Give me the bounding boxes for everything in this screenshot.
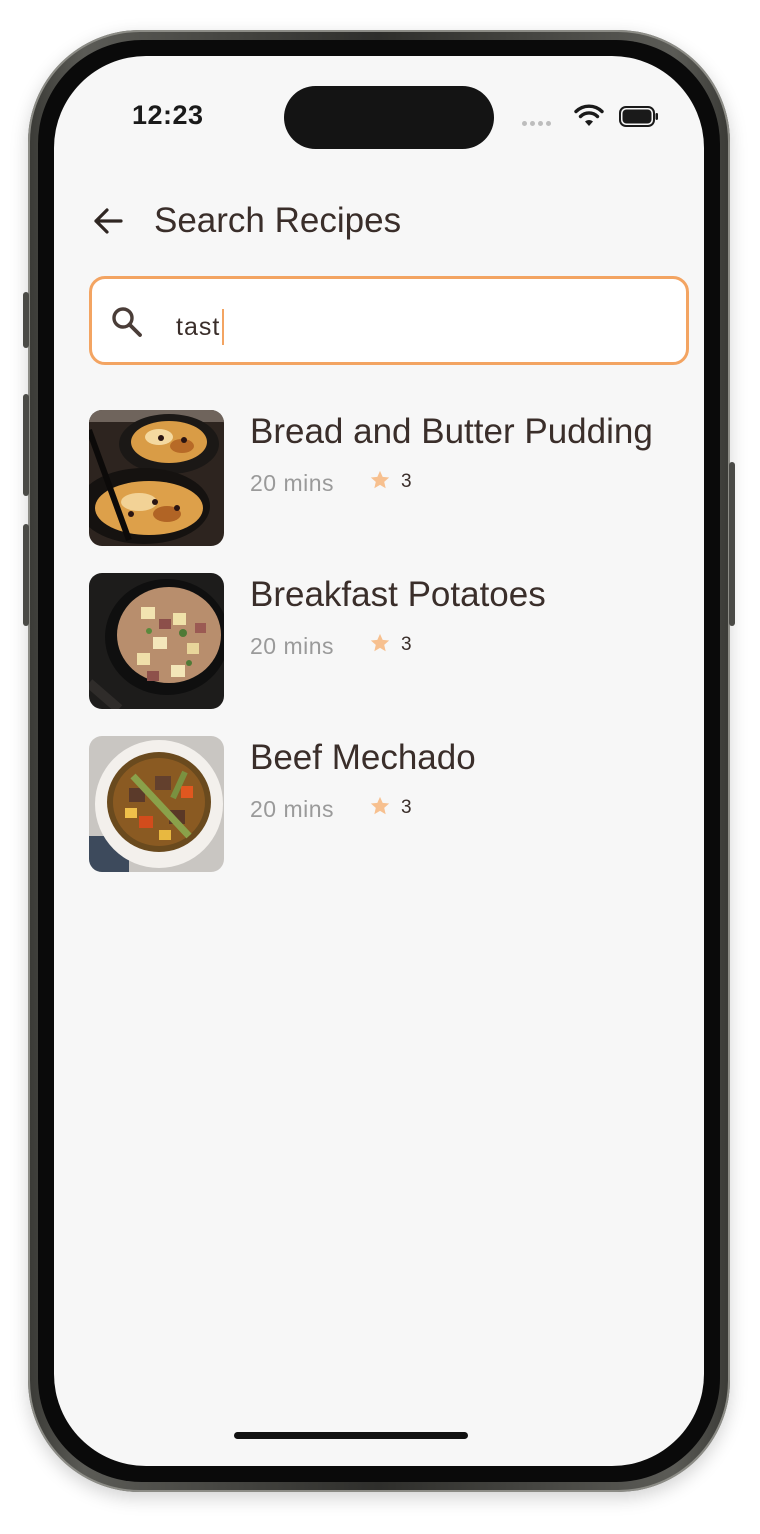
phone-frame: 12:23 Search Recipes tast Bread and Butt… [23, 30, 735, 1492]
recipe-row[interactable]: Breakfast Potatoes 20 mins 3 [89, 573, 689, 736]
text-cursor [222, 309, 225, 345]
recipe-time: 20 mins [250, 470, 335, 496]
screen: 12:23 Search Recipes tast Bread and Butt… [54, 56, 704, 1466]
bezel: 12:23 Search Recipes tast Bread and Butt… [38, 40, 720, 1482]
star-icon [370, 470, 390, 489]
recipe-rating: 3 [401, 797, 412, 818]
recipe-row[interactable]: Beef Mechado 20 mins 3 [89, 736, 689, 899]
power-button [729, 462, 735, 626]
home-indicator[interactable] [234, 1432, 468, 1439]
star-icon [370, 633, 390, 652]
status-time: 12:23 [132, 100, 204, 130]
results-list: Bread and Butter Pudding 20 mins 3 Break… [89, 410, 689, 899]
search-icon [112, 307, 142, 337]
recipe-rating: 3 [401, 471, 412, 492]
volume-down-button [23, 524, 29, 626]
recipe-title: Bread and Butter Pudding [250, 412, 653, 451]
star-icon [370, 796, 390, 815]
recipe-rating: 3 [401, 634, 412, 655]
search-input[interactable]: tast [89, 276, 689, 365]
recipe-thumbnail [89, 736, 224, 872]
action-button [23, 292, 29, 348]
back-arrow-icon[interactable] [91, 204, 125, 238]
wifi-icon [574, 104, 604, 126]
search-value: tast [176, 309, 225, 345]
recipe-title: Breakfast Potatoes [250, 575, 546, 614]
battery-icon [619, 106, 658, 127]
recipe-time: 20 mins [250, 796, 335, 822]
recipe-time: 20 mins [250, 633, 335, 659]
cellular-signal-icon [522, 121, 551, 126]
search-text: tast [176, 312, 221, 341]
recipe-thumbnail [89, 573, 224, 709]
recipe-title: Beef Mechado [250, 738, 476, 777]
recipe-row[interactable]: Bread and Butter Pudding 20 mins 3 [89, 410, 689, 573]
page-title: Search Recipes [154, 201, 402, 240]
recipe-thumbnail [89, 410, 224, 546]
dynamic-island [284, 86, 494, 149]
volume-up-button [23, 394, 29, 496]
